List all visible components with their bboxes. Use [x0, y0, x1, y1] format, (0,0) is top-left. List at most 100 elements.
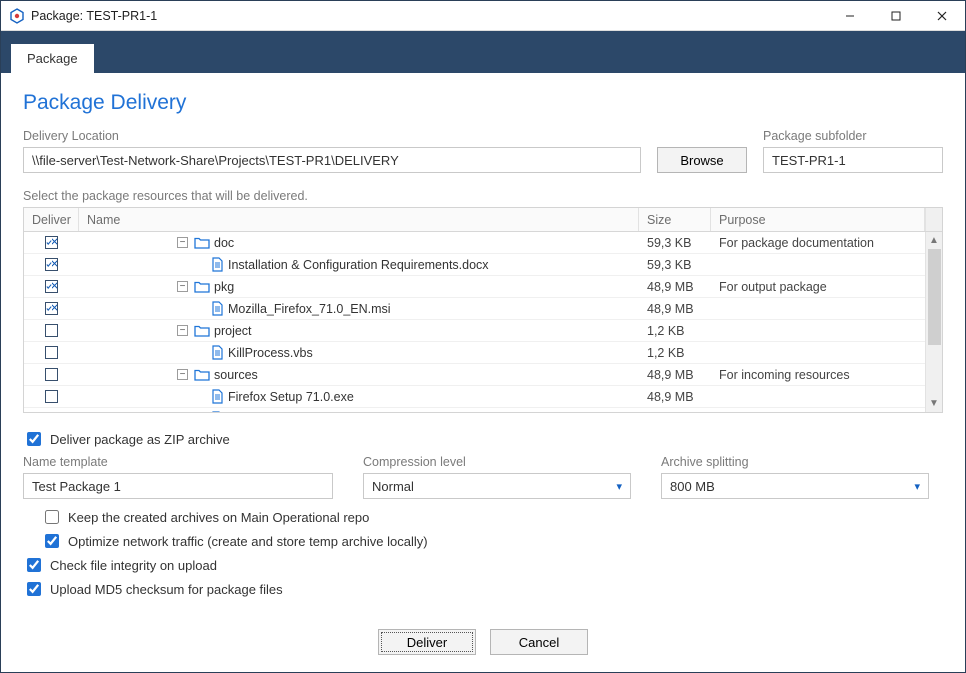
- archive-splitting-select[interactable]: 800 MB ▾: [661, 473, 929, 499]
- upload-md5-label: Upload MD5 checksum for package files: [50, 582, 283, 597]
- purpose-cell: [711, 342, 925, 363]
- name-template-label: Name template: [23, 455, 333, 469]
- file-icon: [211, 257, 224, 272]
- name-cell: − project: [79, 320, 639, 341]
- table-row[interactable]: Firefox Setup 71.0.exe 48,9 MB: [24, 386, 942, 408]
- scroll-up-icon[interactable]: ▲: [926, 232, 943, 249]
- compression-level-select[interactable]: Normal ▾: [363, 473, 631, 499]
- check-integrity-checkbox[interactable]: Check file integrity on upload: [23, 555, 943, 575]
- purpose-cell: [711, 298, 925, 319]
- row-name: Firefox Setup 71.0.exe: [228, 390, 354, 404]
- close-button[interactable]: [919, 1, 965, 31]
- tab-package[interactable]: Package: [10, 43, 95, 73]
- name-cell: − sources: [79, 364, 639, 385]
- deliver-checkbox[interactable]: [24, 408, 79, 412]
- deliver-checkbox[interactable]: [24, 298, 79, 319]
- optimize-network-checkbox[interactable]: Optimize network traffic (create and sto…: [41, 531, 943, 551]
- archive-splitting-label: Archive splitting: [661, 455, 929, 469]
- row-name: project: [214, 324, 252, 338]
- purpose-cell: [711, 386, 925, 407]
- keep-archives-input[interactable]: [45, 510, 59, 524]
- minimize-button[interactable]: [827, 1, 873, 31]
- delivery-location-input[interactable]: [23, 147, 641, 173]
- scroll-thumb[interactable]: [928, 249, 941, 345]
- check-integrity-input[interactable]: [27, 558, 41, 572]
- name-template-input[interactable]: [23, 473, 333, 499]
- chevron-down-icon: ▾: [616, 480, 622, 493]
- file-icon: [211, 301, 224, 316]
- col-size[interactable]: Size: [639, 208, 711, 231]
- optimize-network-label: Optimize network traffic (create and sto…: [68, 534, 428, 549]
- deliver-button[interactable]: Deliver: [378, 629, 476, 655]
- compression-level-value: Normal: [372, 479, 414, 494]
- size-cell: 48,9 MB: [639, 386, 711, 407]
- folder-icon: [194, 236, 210, 249]
- table-row[interactable]: −sources48,9 MBFor incoming resources: [24, 364, 942, 386]
- size-cell: 48,9 MB: [639, 298, 711, 319]
- table-row[interactable]: −doc59,3 KBFor package documentation: [24, 232, 942, 254]
- scroll-gutter-header: [925, 208, 942, 231]
- tree-collapse-icon[interactable]: −: [177, 325, 188, 336]
- table-row[interactable]: −pkg48,9 MBFor output package: [24, 276, 942, 298]
- table-row[interactable]: −project1,2 KB: [24, 320, 942, 342]
- table-row[interactable]: RegistrySettings2.reg1,2 KB: [24, 408, 942, 412]
- deliver-checkbox[interactable]: [24, 232, 79, 253]
- col-purpose[interactable]: Purpose: [711, 208, 925, 231]
- deliver-checkbox[interactable]: [24, 254, 79, 275]
- grid-help: Select the package resources that will b…: [23, 189, 943, 203]
- tree-collapse-icon[interactable]: −: [177, 281, 188, 292]
- optimize-network-input[interactable]: [45, 534, 59, 548]
- row-name: Installation & Configuration Requirement…: [228, 258, 489, 272]
- content: Package Delivery Delivery Location Brows…: [1, 73, 965, 672]
- deliver-checkbox[interactable]: [24, 276, 79, 297]
- tree-collapse-icon[interactable]: −: [177, 369, 188, 380]
- grid-header: Deliver Name Size Purpose: [24, 208, 942, 232]
- purpose-cell: [711, 254, 925, 275]
- tree-collapse-icon[interactable]: −: [177, 237, 188, 248]
- deliver-checkbox[interactable]: [24, 364, 79, 385]
- deliver-checkbox[interactable]: [24, 342, 79, 363]
- size-cell: 48,9 MB: [639, 364, 711, 385]
- deliver-checkbox[interactable]: [24, 320, 79, 341]
- upload-md5-input[interactable]: [27, 582, 41, 596]
- cancel-button[interactable]: Cancel: [490, 629, 588, 655]
- purpose-cell: For package documentation: [711, 232, 925, 253]
- size-cell: 59,3 KB: [639, 232, 711, 253]
- maximize-button[interactable]: [873, 1, 919, 31]
- size-cell: 48,9 MB: [639, 276, 711, 297]
- name-cell: KillProcess.vbs: [79, 342, 639, 363]
- row-name: sources: [214, 368, 258, 382]
- row-name: pkg: [214, 280, 234, 294]
- row-name: KillProcess.vbs: [228, 346, 313, 360]
- table-row[interactable]: Installation & Configuration Requirement…: [24, 254, 942, 276]
- window: Package: TEST-PR1-1 Package Package Deli…: [0, 0, 966, 673]
- delivery-location-label: Delivery Location: [23, 129, 641, 143]
- browse-button[interactable]: Browse: [657, 147, 747, 173]
- package-subfolder-input[interactable]: [763, 147, 943, 173]
- deliver-checkbox[interactable]: [24, 386, 79, 407]
- navbar: Package: [1, 31, 965, 73]
- zip-enable-input[interactable]: [27, 432, 41, 446]
- upload-md5-checkbox[interactable]: Upload MD5 checksum for package files: [23, 579, 943, 599]
- purpose-cell: [711, 408, 925, 412]
- table-row[interactable]: Mozilla_Firefox_71.0_EN.msi 48,9 MB: [24, 298, 942, 320]
- name-cell: − pkg: [79, 276, 639, 297]
- archive-splitting-value: 800 MB: [670, 479, 715, 494]
- folder-icon: [194, 280, 210, 293]
- folder-icon: [194, 324, 210, 337]
- keep-archives-checkbox[interactable]: Keep the created archives on Main Operat…: [41, 507, 943, 527]
- col-deliver[interactable]: Deliver: [24, 208, 79, 231]
- zip-enable-checkbox[interactable]: Deliver package as ZIP archive: [23, 429, 943, 449]
- page-title: Package Delivery: [23, 91, 943, 115]
- zip-enable-label: Deliver package as ZIP archive: [50, 432, 230, 447]
- col-name[interactable]: Name: [79, 208, 639, 231]
- vertical-scrollbar[interactable]: ▲ ▼: [925, 232, 942, 412]
- file-icon: [211, 411, 224, 412]
- grid-body: −doc59,3 KBFor package documentation Inst…: [24, 232, 942, 412]
- row-name: Mozilla_Firefox_71.0_EN.msi: [228, 302, 391, 316]
- scroll-down-icon[interactable]: ▼: [926, 395, 943, 412]
- package-subfolder-label: Package subfolder: [763, 129, 943, 143]
- table-row[interactable]: KillProcess.vbs1,2 KB: [24, 342, 942, 364]
- file-icon: [211, 345, 224, 360]
- size-cell: 59,3 KB: [639, 254, 711, 275]
